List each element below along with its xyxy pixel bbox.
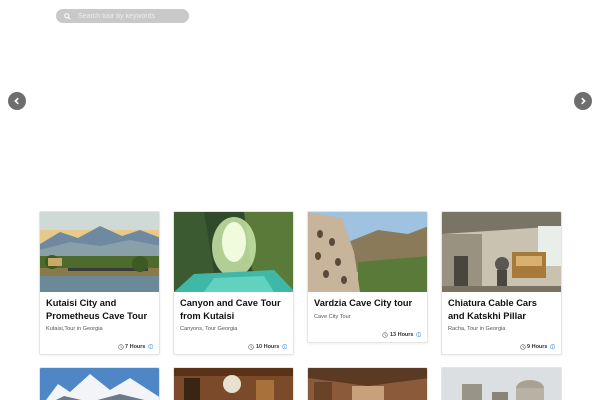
search-input[interactable] [78,12,178,20]
tour-category: Cave City Tour [314,313,351,320]
tour-title[interactable]: Chiatura Cable Cars and Katskhi Pillar [448,297,555,322]
tour-image-city [442,368,561,400]
carousel-next-button[interactable] [574,92,592,110]
tour-card[interactable]: Chiatura Cable Cars and Katskhi Pillar R… [441,211,562,355]
duration-text: 13 Hours [389,331,414,338]
duration-text: 7 Hours [125,344,146,350]
tours-page: Kutaisi City and Prometheus Cave Tour Ku… [0,0,600,400]
chevron-right-icon [581,97,586,105]
tour-category: Racha, Tour in Georgia [448,326,506,332]
duration-text: 9 Hours [527,344,548,350]
search-icon [64,12,71,20]
tour-title[interactable]: Vardzia Cave City tour [314,297,421,310]
info-icon[interactable] [147,344,154,350]
tour-card-partial[interactable] [39,367,160,400]
tour-image-hall [308,368,427,400]
carousel-prev-button[interactable] [8,92,26,110]
clock-icon [382,331,389,338]
tour-image-vardzia[interactable] [308,212,427,292]
info-icon[interactable] [281,344,288,350]
tour-card[interactable]: Kutaisi City and Prometheus Cave Tour Ku… [39,211,160,355]
tour-duration: 10 Hours [180,344,287,350]
clock-icon [519,344,526,350]
duration-text: 10 Hours [255,344,280,350]
chevron-left-icon [14,97,19,105]
tour-category: Kutaisi,Tour in Georgia [46,326,103,332]
info-icon[interactable] [415,332,422,338]
tour-duration: 13 Hours [314,332,421,338]
clock-icon [117,344,124,350]
tour-category: Canyons, Tour Georgia [180,326,238,332]
info-icon[interactable] [549,344,556,350]
tour-title[interactable]: Canyon and Cave Tour from Kutaisi [180,297,287,322]
tour-image-mountains [40,368,159,400]
tour-image-chiatura[interactable] [442,212,561,292]
tour-image-canyon[interactable] [174,212,293,292]
tour-image-kutaisi[interactable] [40,212,159,292]
tour-card-partial[interactable] [307,367,428,400]
tour-duration: 9 Hours [448,344,555,350]
tour-duration: 7 Hours [46,344,153,350]
tour-card[interactable]: Vardzia Cave City tour Cave City Tour 13… [307,211,428,343]
tour-card-partial[interactable] [173,367,294,400]
search-bar[interactable] [56,9,189,23]
tour-title[interactable]: Kutaisi City and Prometheus Cave Tour [46,297,153,322]
tour-card[interactable]: Canyon and Cave Tour from Kutaisi Canyon… [173,211,294,355]
clock-icon [248,344,255,350]
tour-image-interior [174,368,293,400]
tour-card-partial[interactable] [441,367,562,400]
